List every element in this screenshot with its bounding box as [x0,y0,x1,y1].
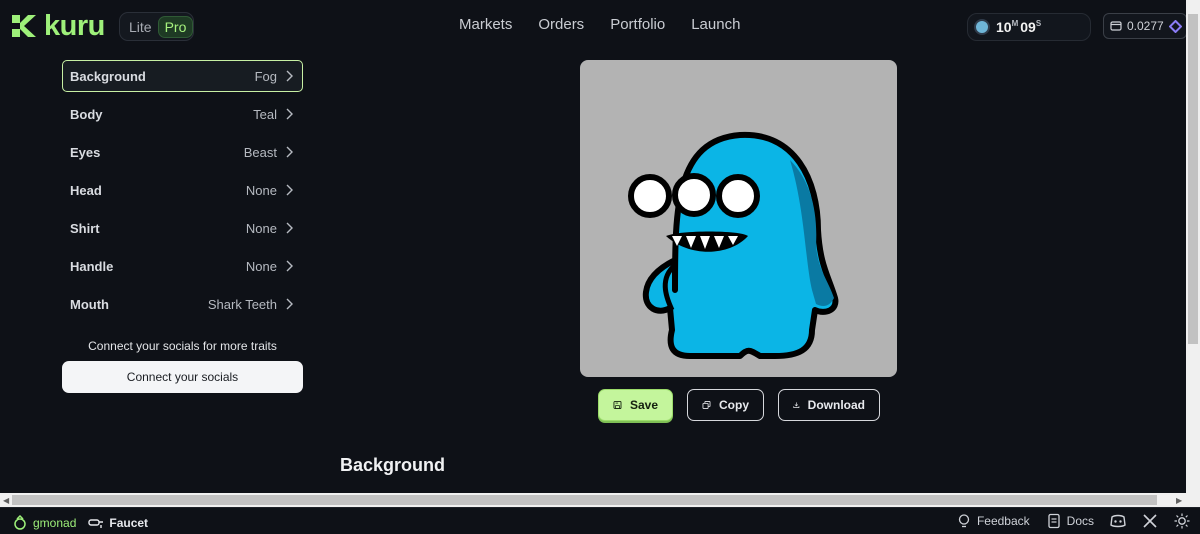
footer-bar: gmonad Faucet Feedback Docs [0,507,1200,534]
mode-lite-button[interactable]: Lite [123,19,158,35]
copy-button[interactable]: Copy [687,389,764,421]
timer-seconds-unit: S [1035,19,1042,29]
docs-icon [1048,513,1060,529]
kuru-logo-icon [12,15,36,37]
main-nav: Markets Orders Portfolio Launch [459,16,740,33]
faucet-link[interactable]: Faucet [88,515,148,531]
trait-value: Shark Teeth [207,296,277,312]
nav-launch[interactable]: Launch [691,16,740,33]
feedback-link[interactable]: Feedback [956,513,1030,529]
trait-right: Beast [244,145,293,160]
trait-right: None [246,221,293,236]
chevron-right-icon [286,260,293,272]
trait-value: None [245,220,277,236]
trait-row-head[interactable]: Head None [62,174,303,206]
trait-right: Teal [253,107,293,122]
copy-icon [702,401,711,409]
trait-row-mouth[interactable]: Mouth Shark Teeth [62,288,303,320]
horizontal-scrollbar-thumb[interactable] [12,495,1157,505]
trait-name: Head [70,182,102,198]
trait-list: Background Fog Body Teal Eyes Beast Head… [62,60,303,326]
download-button[interactable]: Download [778,389,880,421]
balance-value: 0.0277 [1127,19,1164,33]
nav-orders[interactable]: Orders [538,16,584,33]
save-button[interactable]: Save [598,389,673,421]
trait-right: None [246,183,293,198]
timer-value: 10M 09S [996,19,1043,35]
nav-portfolio[interactable]: Portfolio [610,16,665,33]
trait-name: Eyes [70,144,101,160]
trait-right: None [246,259,293,274]
connect-socials-button[interactable]: Connect your socials [62,361,303,393]
trait-name: Shirt [70,220,100,236]
trait-name: Mouth [70,296,109,312]
chevron-right-icon [286,108,293,120]
top-header: kuru Lite Pro Markets Orders Portfolio L… [0,0,1200,52]
trait-value: Beast [243,144,277,160]
scroll-left-arrow-icon[interactable]: ◀ [3,496,9,505]
trait-right: Shark Teeth [208,297,293,312]
download-icon [793,402,800,408]
trait-value: Teal [253,106,277,122]
character-image [628,131,839,359]
wallet-icon [1110,21,1122,31]
trait-name: Body [70,106,103,122]
trait-value: None [245,182,277,198]
mode-toggle: Lite Pro [119,12,194,41]
save-label: Save [629,398,658,412]
faucet-icon [88,519,104,528]
x-twitter-icon[interactable] [1142,513,1158,529]
character-preview [580,60,897,377]
kuru-logo[interactable]: kuru [10,10,105,42]
timer-minutes-unit: M [1011,19,1019,29]
countdown-timer[interactable]: 10M 09S [967,13,1091,41]
download-label: Download [807,398,865,412]
chevron-right-icon [286,298,293,310]
sun-icon[interactable] [1174,513,1190,529]
trait-right: Fog [255,69,293,84]
trait-name: Handle [70,258,114,274]
mode-pro-button[interactable]: Pro [157,15,194,38]
action-buttons: Save Copy Download [598,389,880,421]
feedback-label: Feedback [976,514,1030,528]
vertical-scrollbar-thumb[interactable] [1188,14,1198,344]
chevron-right-icon [286,70,293,82]
docs-link[interactable]: Docs [1046,513,1094,529]
chevron-right-icon [286,184,293,196]
nav-markets[interactable]: Markets [459,16,512,33]
trait-value: Fog [254,68,277,84]
trait-name: Background [70,68,146,84]
gmonad-link[interactable]: gmonad [12,515,76,531]
save-icon [613,401,622,409]
logo-text: kuru [44,10,105,42]
faucet-label: Faucet [109,516,149,530]
trait-row-handle[interactable]: Handle None [62,250,303,282]
scroll-right-arrow-icon[interactable]: ▶ [1176,496,1182,505]
footer-left: gmonad Faucet [12,515,148,531]
trait-row-body[interactable]: Body Teal [62,98,303,130]
trait-value: None [245,258,277,274]
trait-row-background[interactable]: Background Fog [62,60,303,92]
horizontal-scrollbar[interactable]: ◀ ▶ [0,493,1200,507]
lightbulb-icon [958,514,970,528]
trait-row-shirt[interactable]: Shirt None [62,212,303,244]
monad-token-icon [1168,19,1182,33]
gmonad-label: gmonad [33,516,77,530]
copy-label: Copy [719,398,749,412]
discord-icon[interactable] [1110,513,1126,529]
socials-prompt: Connect your socials for more traits [88,339,277,353]
footer-right: Feedback Docs [956,513,1190,529]
docs-label: Docs [1066,514,1094,528]
avatar-icon [974,19,990,35]
timer-minutes: 10 [996,19,1012,35]
vertical-scrollbar[interactable] [1186,0,1200,493]
timer-seconds: 09 [1020,19,1036,35]
section-title: Background [340,455,446,475]
gmonad-icon [14,515,26,530]
wallet-balance-button[interactable]: 0.0277 [1103,13,1187,39]
trait-row-eyes[interactable]: Eyes Beast [62,136,303,168]
chevron-right-icon [286,222,293,234]
chevron-right-icon [286,146,293,158]
